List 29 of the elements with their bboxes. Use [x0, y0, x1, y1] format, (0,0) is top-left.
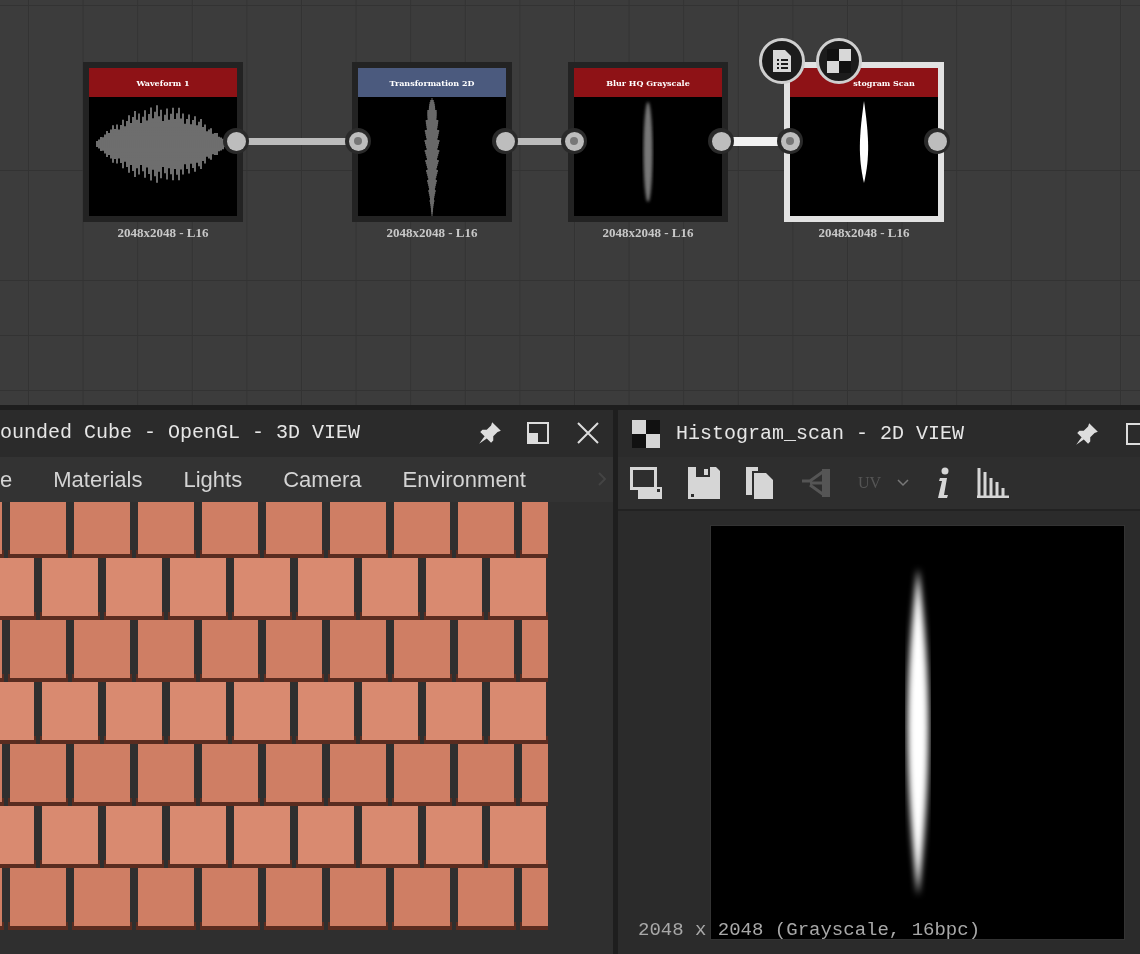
close-icon[interactable]	[577, 422, 599, 445]
node-resolution: 2048x2048 - L16	[817, 224, 911, 242]
node-title: Waveform 1	[89, 68, 237, 97]
restore-icon[interactable]	[1126, 422, 1140, 445]
checker-icon	[632, 419, 660, 448]
graph-node[interactable]: Transformation 2D	[352, 62, 512, 222]
graph-node[interactable]: Blur HQ Grayscale	[568, 62, 728, 222]
menu-tab[interactable]: e	[0, 462, 13, 496]
node-title: Transformation 2D	[358, 68, 506, 97]
save-icon[interactable]	[688, 467, 720, 499]
menu-tab[interactable]: Lights	[183, 462, 243, 496]
panel-title: ounded Cube - OpenGL - 3D VIEW	[0, 420, 362, 447]
copy-icon[interactable]	[746, 467, 774, 499]
node-resolution: 2048x2048 - L16	[385, 224, 479, 242]
node-title: Blur HQ Grayscale	[574, 68, 722, 97]
menu-tab[interactable]: Environment	[402, 462, 526, 496]
restore-icon[interactable]	[527, 422, 549, 445]
display-icon[interactable]	[630, 467, 662, 499]
node-resolution: 2048x2048 - L16	[116, 224, 210, 242]
histogram-icon[interactable]	[977, 468, 1010, 498]
panel-title: Histogram_scan - 2D VIEW	[676, 420, 965, 447]
graph-node[interactable]: stogram Scan	[784, 62, 944, 222]
menu-tab[interactable]: Camera	[283, 462, 362, 496]
chevron-down-icon[interactable]	[897, 479, 910, 487]
node-resolution: 2048x2048 - L16	[601, 224, 695, 242]
graph-node[interactable]: Waveform 1	[83, 62, 243, 222]
image-info: 2048 x 2048 (Grayscale, 16bpc)	[638, 918, 981, 943]
pin-icon[interactable]	[477, 420, 503, 447]
menu-tab[interactable]: Materials	[53, 462, 143, 496]
